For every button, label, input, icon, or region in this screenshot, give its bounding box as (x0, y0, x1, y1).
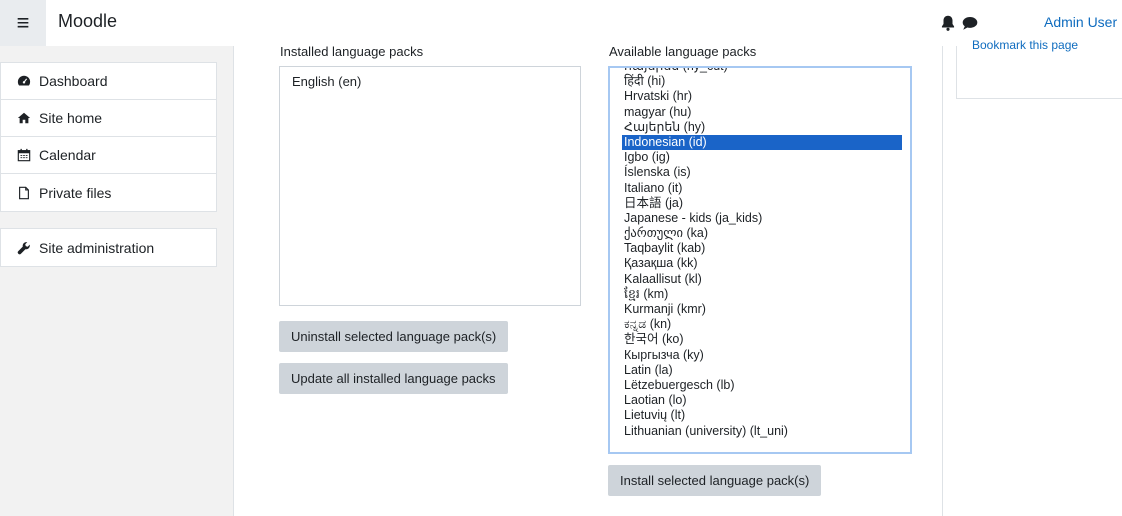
available-pack-option[interactable]: Հայերեն (hy) (622, 120, 902, 135)
available-pack-option[interactable]: Hrvatski (hr) (622, 89, 902, 104)
install-selected-button[interactable]: Install selected language pack(s) (608, 465, 822, 496)
available-pack-option[interactable]: Қазақша (kk) (622, 256, 902, 271)
available-pack-option[interactable]: ಕನ್ನಡ (kn) (622, 317, 902, 332)
user-menu-link[interactable]: Admin User (1044, 14, 1117, 30)
available-pack-option[interactable]: Kurmanji (kmr) (622, 302, 902, 317)
uninstall-selected-button[interactable]: Uninstall selected language pack(s) (279, 321, 509, 352)
file-icon (19, 186, 29, 199)
available-pack-option[interactable]: ខ្មែរ (km) (622, 287, 902, 302)
available-pack-option[interactable]: ქართული (ka) (622, 226, 902, 241)
home-icon (17, 112, 31, 124)
available-pack-option[interactable]: 한국어 (ko) (622, 332, 902, 347)
nav-drawer-list: Dashboard Site home Calendar Private fil… (0, 62, 217, 212)
bell-icon[interactable] (939, 14, 957, 32)
menu-toggle-button[interactable]: ≡ (0, 0, 46, 46)
available-pack-option[interactable]: Laotian (lo) (622, 393, 902, 408)
available-pack-option[interactable]: Italiano (it) (622, 181, 902, 196)
available-pack-option[interactable]: 日本語 (ja) (622, 196, 902, 211)
dashboard-icon (17, 75, 31, 86)
available-pack-option[interactable]: Latin (la) (622, 363, 902, 378)
site-brand[interactable]: Moodle (58, 11, 117, 32)
sidebar-item-calendar[interactable]: Calendar (1, 137, 216, 174)
available-pack-option[interactable]: Lietuvių (lt) (622, 408, 902, 423)
update-all-button[interactable]: Update all installed language packs (279, 363, 508, 394)
sidebar-item-private-files[interactable]: Private files (1, 174, 216, 211)
available-pack-option[interactable]: Japanese - kids (ja_kids) (622, 211, 902, 226)
nav-drawer-admin: Site administration (0, 228, 217, 267)
block-region (956, 46, 1122, 99)
available-pack-option[interactable]: Kalaallisut (kl) (622, 272, 902, 287)
wrench-icon (17, 241, 30, 254)
available-packs-list: հայերեն (hy_cut) हिंदी (hi) Hrvatski (hr) m… (622, 68, 902, 439)
sidebar-item-label: Calendar (39, 147, 96, 163)
installed-packs-label: Installed language packs (280, 44, 424, 59)
sidebar-item-label: Site home (39, 110, 103, 126)
installed-pack-option[interactable]: English (en) (292, 74, 568, 90)
hamburger-icon: ≡ (16, 10, 30, 35)
available-packs-label: Available language packs (609, 44, 757, 59)
installed-packs-select[interactable]: English (en) (279, 66, 581, 306)
available-pack-option[interactable]: Taqbaylit (kab) (622, 241, 902, 256)
calendar-icon (17, 148, 31, 162)
sidebar-item-label: Private files (39, 184, 112, 201)
sidebar-item-label: Site administration (39, 239, 155, 256)
available-pack-option[interactable]: Кыргызча (ky) (622, 348, 902, 363)
available-pack-option[interactable]: Indonesian (id) (622, 134, 902, 151)
available-pack-option[interactable]: Lithuanian (university) (lt_uni) (622, 424, 902, 439)
available-pack-option[interactable]: Lëtzebuergesch (lb) (622, 378, 902, 393)
available-pack-option[interactable]: Íslenska (is) (622, 165, 902, 180)
sidebar-item-dashboard[interactable]: Dashboard (1, 63, 216, 100)
bookmark-page-link[interactable]: Bookmark this page (972, 38, 1078, 52)
available-pack-option[interactable]: Igbo (ig) (622, 150, 902, 165)
available-packs-select[interactable]: հայերեն (hy_cut) हिंदी (hi) Hrvatski (hr) m… (608, 66, 912, 454)
available-pack-option[interactable]: हिंदी (hi) (622, 74, 902, 89)
chat-icon[interactable] (961, 14, 979, 32)
top-navbar: ≡ Moodle Admin User (0, 0, 1122, 46)
available-pack-option[interactable]: հայերեն (hy_cut) (622, 68, 902, 74)
sidebar-item-site-home[interactable]: Site home (1, 100, 216, 137)
installed-packs-list: English (en) (292, 74, 568, 90)
available-pack-option[interactable]: magyar (hu) (622, 105, 902, 120)
sidebar-item-label: Dashboard (39, 73, 108, 89)
sidebar-item-site-administration[interactable]: Site administration (1, 229, 216, 266)
